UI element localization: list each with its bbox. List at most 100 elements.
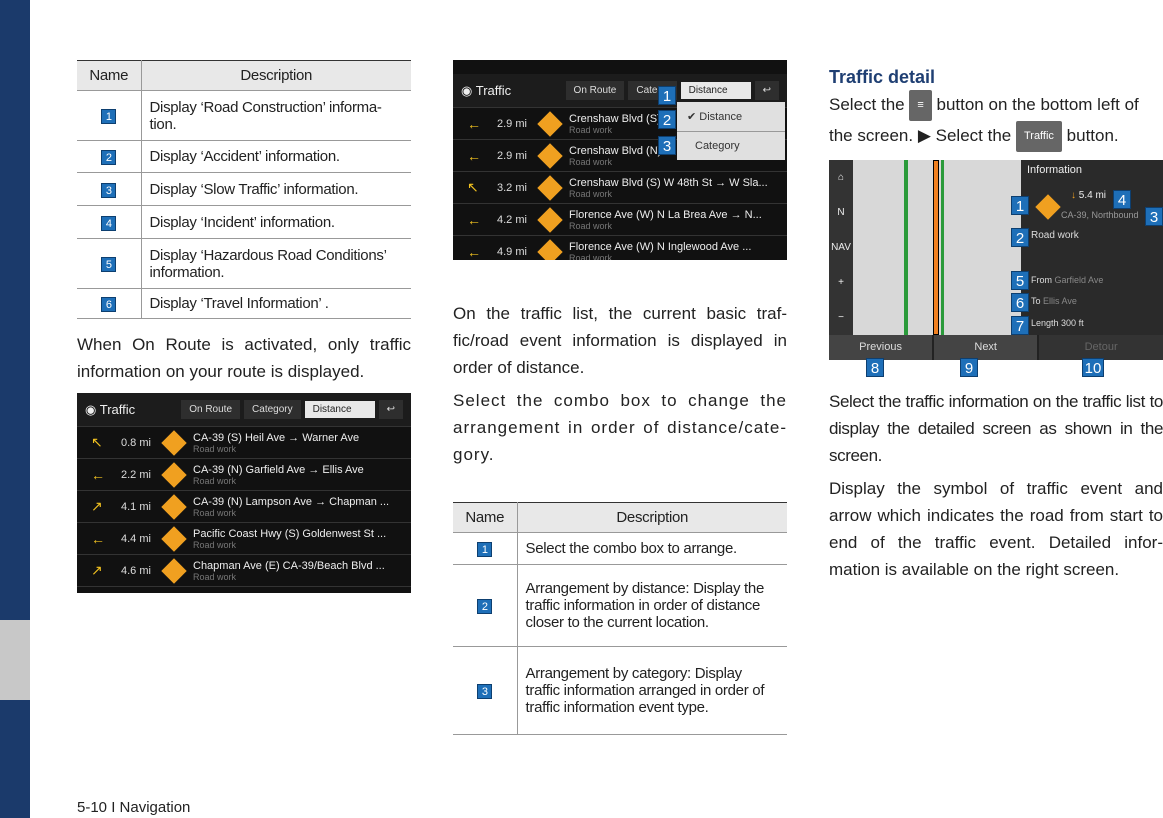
road-work-icon (537, 238, 563, 260)
distance: 4.9 mi (497, 245, 527, 258)
icon-table: Name Description 1 Display ‘Road Construct… (77, 60, 411, 319)
previous-button: Previous (829, 335, 933, 360)
info-title: Information (1027, 164, 1083, 176)
traffic-title: ◉ Traffic (85, 401, 136, 417)
row-description: Display ‘Road Construction’ informa-tion… (141, 90, 411, 141)
callout-1: 1 (658, 86, 676, 105)
callout-9: 9 (960, 358, 978, 377)
event-type: Road work (569, 252, 613, 261)
road-work-icon (537, 142, 563, 169)
callout-2: 2 (658, 110, 676, 129)
menu-distance: ✔ Distance (677, 102, 785, 132)
traffic-title: ◉ Traffic (461, 82, 512, 98)
event-type: Road work (1031, 230, 1079, 241)
table-row: 1 Display ‘Road Construction’ informa-tio… (77, 90, 411, 141)
map-side-button: + (838, 277, 844, 288)
direction-arrow-icon: ← (91, 530, 105, 547)
traffic-list-item: ← 4.4 mi Pacific Coast Hwy (S) Goldenwest … (77, 523, 411, 555)
on-route-button: On Route (181, 400, 241, 419)
event-type: Road work (569, 124, 613, 135)
left-column: Name Description 1 Display ‘Road Construct… (77, 60, 411, 385)
direction-arrow-icon: ← (467, 147, 481, 164)
callout-8: 8 (866, 358, 884, 377)
traffic-list-item: ↖ 0.8 mi CA-39 (S) Heil Ave → Warner Ave Ro… (77, 427, 411, 459)
table-row: 3 Arrangement by category: Display traffi… (453, 646, 787, 735)
number-badge: 6 (101, 297, 117, 312)
on-route-text: When On Route is activated, only traffic… (77, 335, 411, 381)
event-type: Road work (569, 220, 613, 231)
distance: 2.9 mi (497, 117, 527, 130)
col-name: Name (453, 502, 518, 533)
traffic-combo-screenshot: ◉ Traffic On Route Catego Distance ↩ ← 2.9 mi… (453, 60, 787, 260)
detour-button: Detour (1039, 335, 1163, 360)
table-row: 5 Display ‘Hazardous Road Conditions’ inf… (77, 238, 411, 289)
direction-arrow-icon: ↖ (91, 434, 103, 450)
road-work-icon (161, 461, 187, 488)
event-type: Road work (569, 156, 613, 167)
direction-arrow-icon: ← (467, 211, 481, 228)
distance: 2.2 mi (121, 468, 151, 481)
next-button: Next (934, 335, 1038, 360)
traffic-list-item: ↗ 4.1 mi CA-39 (N) Lampson Ave → Chapman .… (77, 491, 411, 523)
direction-arrow-icon: ↗ (91, 562, 103, 578)
row-description: Arrangement by distance: Display the tra… (517, 564, 787, 647)
road-work-icon (537, 206, 563, 233)
right-text: Select the traffic information on the tr… (829, 388, 1163, 583)
distance-combo: Distance (304, 401, 375, 418)
col-name: Name (77, 60, 142, 91)
road-name: Crenshaw Blvd (S) W 48th St → W Sla... (569, 176, 768, 189)
road-name: Crenshaw Blvd (N) (569, 144, 662, 157)
road-work-icon (161, 493, 187, 520)
number-badge: 3 (101, 182, 117, 198)
direction-arrow-icon: ← (467, 115, 481, 132)
right-column: Traffic detail Select the ≡ button on th… (829, 67, 1163, 152)
row-description: Display ‘Incident’ information. (141, 205, 411, 239)
number-badge: 1 (101, 109, 117, 124)
row-description: Display ‘Hazardous Road Conditions’ info… (141, 238, 411, 289)
row-description: Display ‘Slow Traffic’ information. (141, 172, 411, 206)
road-name: CA-39 (S) Heil Ave → Warner Ave (193, 431, 360, 444)
home-icon: ⌂ (837, 172, 845, 183)
direction-arrow-icon: ↗ (91, 498, 103, 514)
back-icon: ↩ (754, 81, 779, 100)
combo-text: Select the combo box to change the arran… (453, 391, 787, 464)
event-type: Road work (193, 571, 237, 582)
event-type: Road work (193, 475, 237, 486)
traffic-list-item: ↖ 3.2 mi Crenshaw Blvd (S) W 48th St → W S… (453, 172, 787, 204)
event-type: Road work (193, 507, 237, 518)
road-name: Florence Ave (W) N Inglewood Ave ... (569, 240, 752, 253)
table-row: 3 Display ‘Slow Traffic’ information. (77, 172, 411, 206)
number-badge: 5 (101, 257, 117, 272)
road-work-icon (537, 174, 563, 201)
road-work-icon (161, 429, 187, 456)
road-work-icon (161, 557, 187, 584)
traffic-list-item: ← 2.2 mi CA-39 (N) Garfield Ave → Ellis Av… (77, 459, 411, 491)
table-row: 6 Display ‘Travel Information’ . (77, 288, 411, 319)
symbol-text: Display the symbol of traffic event and … (829, 479, 1163, 579)
road-name: Florence Ave (W) N La Brea Ave → N... (569, 208, 762, 221)
instruction-text: Select the ≡ button on the bottom left o… (829, 90, 1163, 152)
road-work-icon (537, 110, 563, 137)
direction-arrow-icon: ← (467, 243, 481, 260)
category-button: Category (244, 400, 301, 419)
distance: 4.2 mi (497, 213, 527, 226)
table-row: 1 Select the combo box to arrange. (453, 532, 787, 565)
road-name: Chapman Ave (E) CA-39/Beach Blvd ... (193, 559, 385, 572)
distance: 2.9 mi (497, 149, 527, 162)
distance-combo: Distance (680, 82, 751, 99)
map-side-button: NAV (831, 242, 851, 253)
on-route-button: On Route (565, 81, 625, 100)
table-row: 2 Arrangement by distance: Display the tr… (453, 564, 787, 647)
row-description: Display ‘Travel Information’ . (141, 288, 411, 319)
distance: 0.8 mi (121, 436, 151, 449)
distance: 4.6 mi (121, 564, 151, 577)
traffic-list-item: ↗ 4.6 mi Chapman Ave (E) CA-39/Beach Blvd … (77, 555, 411, 587)
number-badge: 2 (101, 150, 117, 165)
chapter-strip (0, 0, 30, 818)
to-value: Ellis Ave (1043, 296, 1077, 306)
from-value: Garfield Ave (1054, 275, 1104, 285)
road-work-icon (161, 525, 187, 552)
table-row: 2 Display ‘Accident’ information. (77, 140, 411, 173)
number-badge: 1 (477, 542, 493, 557)
distance: 4.4 mi (121, 532, 151, 545)
